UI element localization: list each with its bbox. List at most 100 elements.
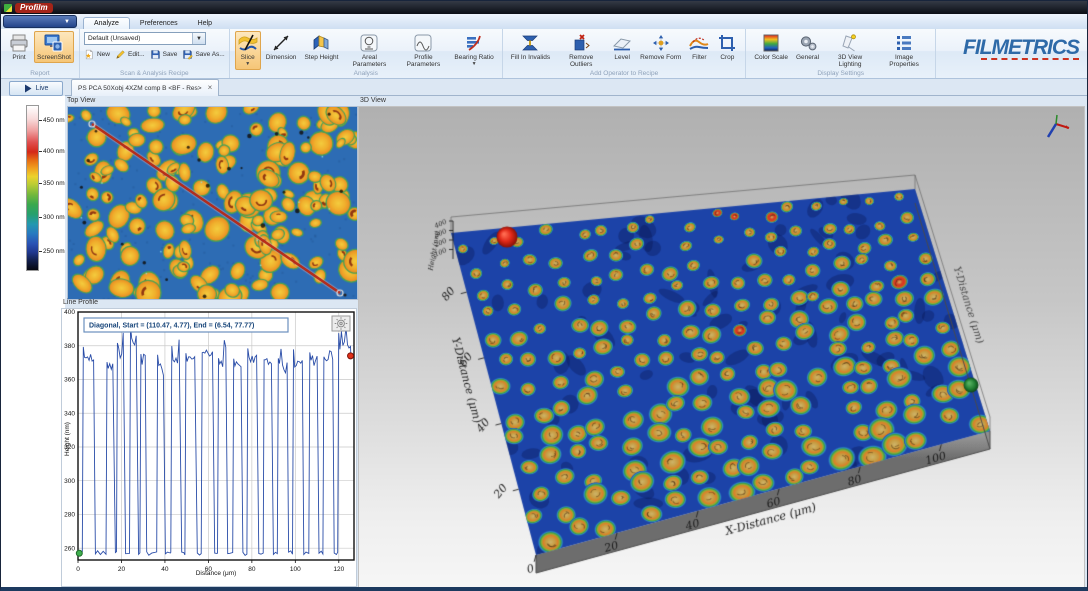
3d-view-lighting-button[interactable]: 3D View Lighting (824, 31, 876, 70)
live-button[interactable]: Live (9, 81, 63, 96)
new-button[interactable]: New (84, 49, 110, 60)
play-icon (24, 84, 32, 93)
app-icon (4, 4, 12, 12)
top-view-image[interactable] (68, 107, 357, 299)
3d-view-lighting-label: 3D View Lighting (827, 54, 873, 68)
crop-icon (717, 33, 737, 53)
remove-outliers-button[interactable]: Remove Outliers (555, 31, 607, 70)
chevron-down-icon: ▼ (245, 61, 250, 68)
remove-outliers-icon (571, 33, 591, 53)
close-icon[interactable]: × (208, 84, 213, 92)
level-label: Level (614, 54, 630, 61)
color-scale-label: Color Scale (754, 54, 788, 61)
y-tick-label: 400 (64, 309, 75, 316)
new-icon (84, 49, 95, 60)
general-button[interactable]: General (793, 31, 822, 63)
level-icon (612, 33, 632, 53)
color-scale-icon (761, 33, 781, 53)
y-axis-title: Height (nm) (64, 422, 71, 456)
tab-preferences[interactable]: Preferences (130, 18, 188, 29)
ribbon-group-scan-analysis-recipe: Default (Unsaved)▼ New Edit... Save Save As.… (80, 29, 230, 78)
color-scale-label: 450 nm (39, 117, 65, 124)
chevron-down-icon[interactable]: ▼ (192, 33, 205, 44)
annotation-text: Diagonal, Start = (110.47, 4.77), End = … (89, 323, 254, 330)
title-bar: Profilm (1, 1, 1087, 14)
y-tick-label: 300 (64, 478, 75, 485)
line-profile-panel: 260280300320340360380400020406080100120H… (61, 308, 357, 587)
filter-label: Filter (692, 54, 706, 61)
fill-in-invalids-label: Fill In Invalids (511, 54, 550, 61)
areal-parameters-button[interactable]: Areal Parameters (343, 31, 395, 70)
save-button[interactable]: Save (150, 49, 178, 60)
bearing-ratio-icon (464, 33, 484, 53)
screenshot-label: ScreenShot (37, 54, 71, 61)
recipe-dropdown-value: Default (Unsaved) (85, 35, 192, 42)
recipe-dropdown[interactable]: Default (Unsaved)▼ (84, 32, 206, 45)
document-tab[interactable]: PS PCA 50Xobj 4XZM comp B <BF - Res> × (71, 79, 219, 96)
x-tick-label: 120 (333, 566, 344, 573)
ribbon-group-display-settings: Color Scale General 3D View Lighting Image … (746, 29, 936, 78)
slice-button[interactable]: Slice▼ (235, 31, 261, 70)
three-d-view-panel (358, 106, 1085, 588)
profile-parameters-button[interactable]: Profile Parameters (397, 31, 449, 70)
remove-form-button[interactable]: Remove Form (637, 31, 684, 63)
screenshot-button[interactable]: ScreenShot (34, 31, 74, 63)
x-tick-label: 80 (248, 566, 256, 573)
save-as-button[interactable]: Save As... (182, 49, 224, 60)
image-properties-icon (894, 33, 914, 53)
slice-label: Slice (241, 54, 255, 61)
y-tick-label: 340 (64, 410, 75, 417)
three-d-surface[interactable] (359, 107, 1084, 587)
dimension-button[interactable]: Dimension (263, 31, 300, 63)
filter-button[interactable]: Filter (686, 31, 712, 63)
tab-help[interactable]: Help (188, 18, 222, 29)
orientation-triad-icon[interactable] (1044, 110, 1072, 144)
y-tick-label: 260 (64, 545, 75, 552)
ribbon-group-label: Analysis (230, 70, 502, 77)
bearing-ratio-button[interactable]: Bearing Ratio▼ (451, 31, 496, 70)
slice-start-marker (76, 550, 82, 556)
y-tick-label: 280 (64, 512, 75, 519)
x-tick-label: 20 (118, 566, 126, 573)
ribbon-group-report: PrintScreenShotReport (1, 29, 80, 78)
menu-bar: ▼ Analyze Preferences Help (1, 14, 1087, 30)
step-height-button[interactable]: Step Height (301, 31, 341, 63)
lighting-icon (840, 33, 860, 53)
profile-parameters-icon (413, 33, 433, 53)
bearing-ratio-label: Bearing Ratio (454, 54, 493, 61)
fill-in-invalids-button[interactable]: Fill In Invalids (508, 31, 553, 63)
crop-button[interactable]: Crop (714, 31, 740, 63)
profile-parameters-label: Profile Parameters (400, 54, 446, 68)
chart-settings-button[interactable] (332, 316, 350, 331)
level-button[interactable]: Level (609, 31, 635, 63)
application-menu-button[interactable]: ▼ (3, 15, 77, 28)
image-properties-button[interactable]: Image Properties (878, 31, 930, 70)
ribbon-group-label: Scan & Analysis Recipe (80, 70, 229, 77)
color-scale-label: 400 nm (39, 148, 65, 155)
fill-in-invalids-icon (520, 33, 540, 53)
filmetrics-logo: FILMETRICS (963, 38, 1079, 60)
x-tick-label: 100 (290, 566, 301, 573)
remove-form-label: Remove Form (640, 54, 681, 61)
ribbon-group-analysis: Slice▼ Dimension Step Height Areal Paramete… (230, 29, 503, 78)
window-title: Profilm (15, 3, 53, 13)
tab-analyze[interactable]: Analyze (83, 17, 130, 29)
ribbon-group-add-operator-to-recipe: Fill In Invalids Remove Outliers Level Remo… (503, 29, 747, 78)
color-scale-button[interactable]: Color Scale (751, 31, 791, 63)
edit-button[interactable]: Edit... (115, 49, 145, 60)
ribbon-toolbar: FILMETRICS PrintScreenShotReportDefault … (1, 29, 1087, 79)
app-window: Profilm ▼ Analyze Preferences Help FILME… (0, 0, 1088, 591)
x-axis-title: Distance (μm) (196, 570, 237, 577)
slice-end-marker (348, 353, 354, 359)
ribbon-group-label: Add Operator to Recipe (503, 70, 746, 77)
save-as-label: Save As... (195, 51, 224, 58)
print-button[interactable]: Print (6, 31, 32, 63)
filmetrics-logo-text: FILMETRICS (963, 38, 1079, 58)
remove-outliers-label: Remove Outliers (558, 54, 604, 68)
edit-icon (115, 49, 126, 60)
areal-parameters-label: Areal Parameters (346, 54, 392, 68)
dimension-label: Dimension (266, 54, 297, 61)
top-view-panel (67, 106, 358, 300)
color-scale-label: 250 nm (39, 248, 65, 255)
x-tick-label: 40 (161, 566, 169, 573)
